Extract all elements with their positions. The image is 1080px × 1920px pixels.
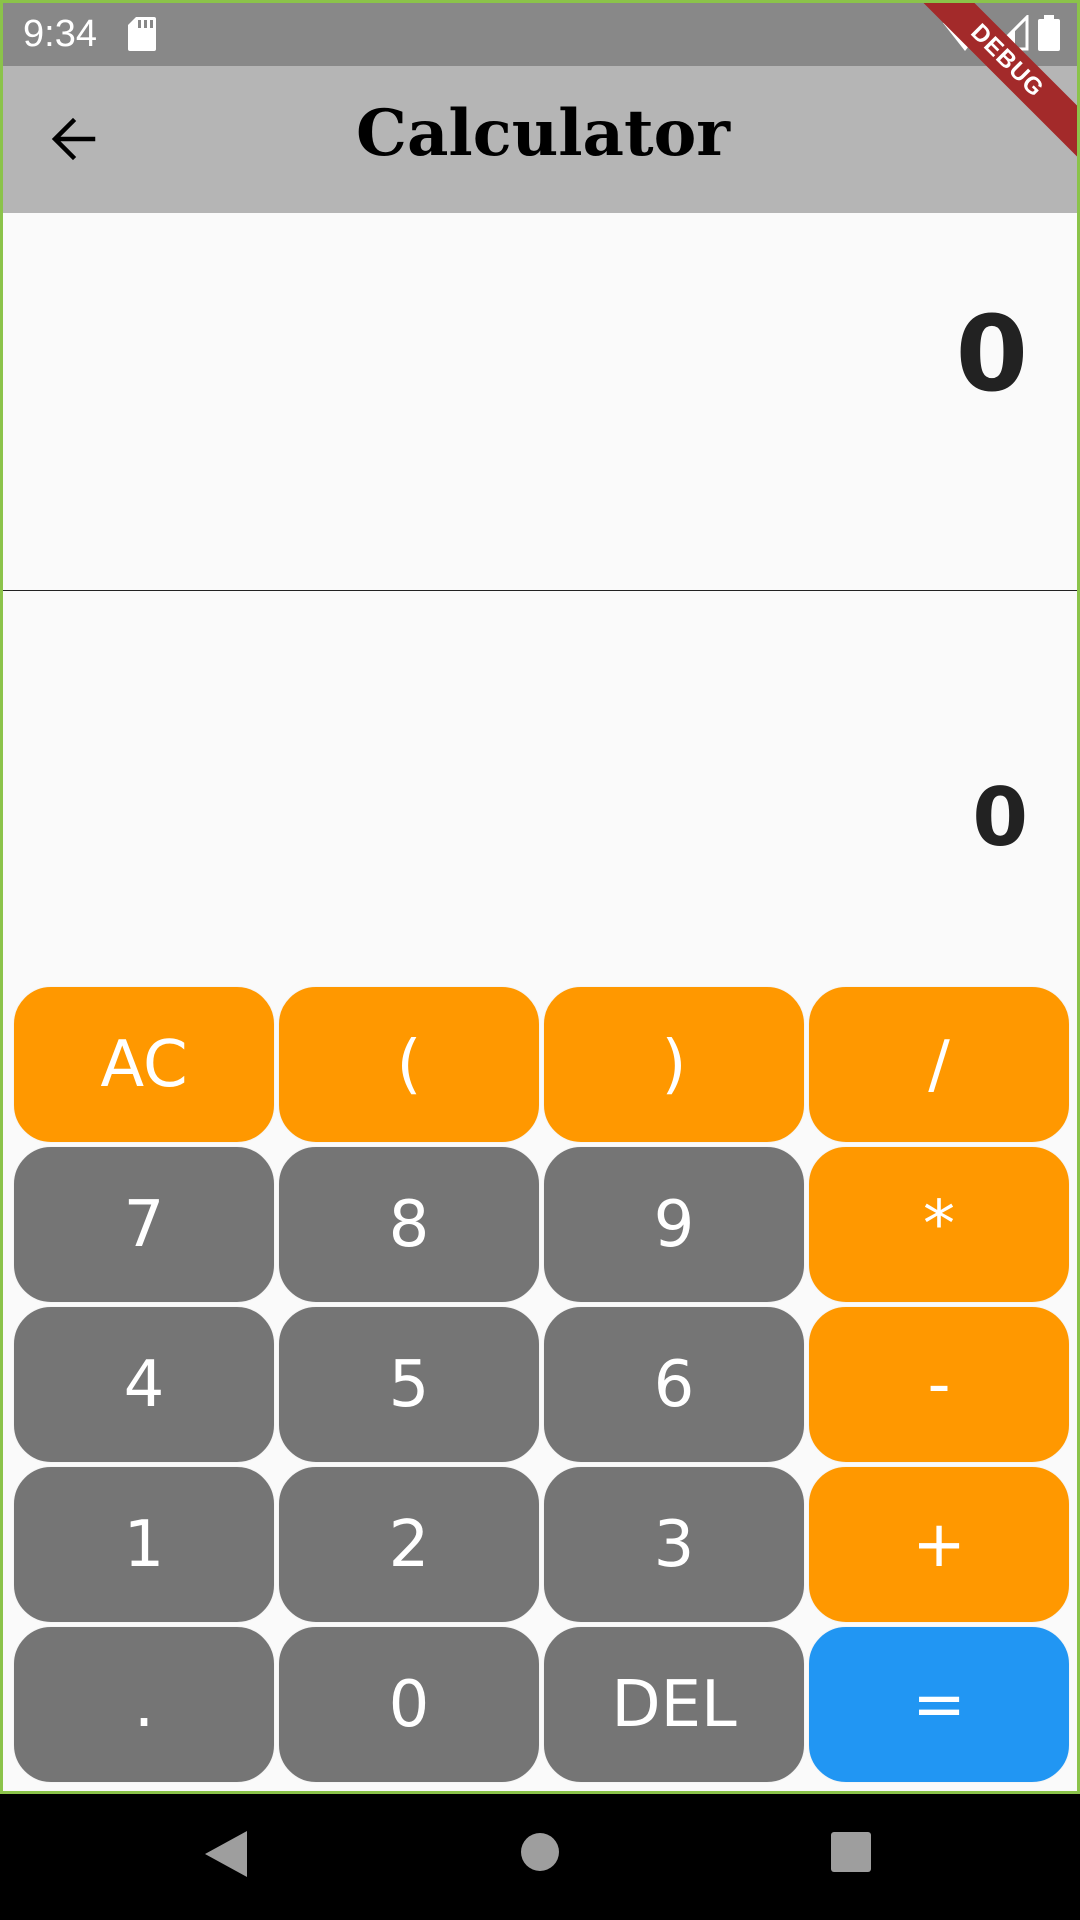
key-digit-4-button[interactable]: 4 <box>13 1306 275 1463</box>
key-digit-8-button[interactable]: 8 <box>278 1146 540 1303</box>
key-digit-1-button[interactable]: 1 <box>13 1466 275 1623</box>
triangle-back-icon[interactable] <box>203 1829 249 1879</box>
app-window: 9:34 Calculator DEBUG 0 0 AC()/7 8 9 * 4 5 6 <box>0 0 1080 1794</box>
equation-display: 0 <box>3 213 1077 591</box>
key-divide-button[interactable]: / <box>808 986 1070 1143</box>
navigation-bar <box>0 1794 1080 1920</box>
key-equals-button[interactable]: = <box>808 1626 1070 1783</box>
key-digit-5-button[interactable]: 5 <box>278 1306 540 1463</box>
key-delete-button[interactable]: DEL <box>543 1626 805 1783</box>
circle-home-icon[interactable] <box>520 1832 560 1872</box>
key-digit-7-button[interactable]: 7 <box>13 1146 275 1303</box>
sd-card-icon <box>128 17 156 51</box>
page-title: Calculator <box>356 96 730 171</box>
key-add-button[interactable]: + <box>808 1466 1070 1623</box>
result-text: 0 <box>972 771 1028 864</box>
battery-icon <box>1038 15 1060 51</box>
key-open-paren-button[interactable]: ( <box>278 986 540 1143</box>
status-time: 9:34 <box>23 13 97 55</box>
key-clear-button[interactable]: AC <box>13 986 275 1143</box>
key-digit-2-button[interactable]: 2 <box>278 1466 540 1623</box>
status-bar: 9:34 <box>3 3 1077 66</box>
square-recent-icon[interactable] <box>830 1831 872 1873</box>
key-decimal-button[interactable]: . <box>13 1626 275 1783</box>
key-close-paren-button[interactable]: ) <box>543 986 805 1143</box>
equation-text: 0 <box>955 293 1028 415</box>
app-bar: Calculator <box>3 66 1077 213</box>
result-display: 0 <box>3 591 1077 986</box>
key-multiply-button[interactable]: * <box>808 1146 1070 1303</box>
key-digit-0-button[interactable]: 0 <box>278 1626 540 1783</box>
key-digit-6-button[interactable]: 6 <box>543 1306 805 1463</box>
key-subtract-button[interactable]: - <box>808 1306 1070 1463</box>
key-digit-9-button[interactable]: 9 <box>543 1146 805 1303</box>
key-digit-3-button[interactable]: 3 <box>543 1466 805 1623</box>
